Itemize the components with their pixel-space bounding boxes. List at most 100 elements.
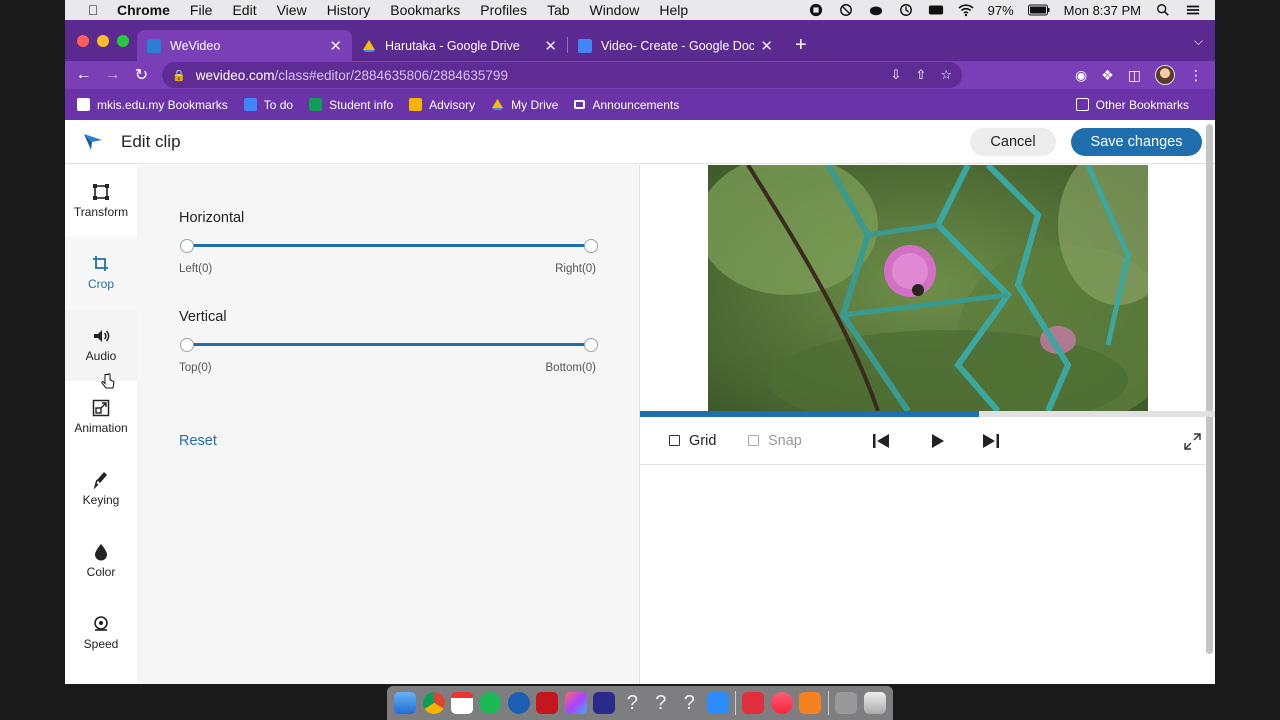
grid-checkbox[interactable] <box>669 435 680 446</box>
tab-google-drive[interactable]: Harutaka - Google Drive ✕ <box>352 30 567 61</box>
vertical-top-handle[interactable] <box>180 338 194 352</box>
sidebar-item-keying[interactable]: Keying <box>65 453 137 525</box>
back-arrow-icon[interactable]: ← <box>69 66 98 84</box>
lock-icon[interactable]: 🔒 <box>172 69 186 82</box>
install-app-icon[interactable]: ⇩ <box>891 67 902 83</box>
maximize-window-button[interactable] <box>117 35 129 47</box>
sidebar-item-color[interactable]: Color <box>65 525 137 597</box>
bookmark-star-icon[interactable]: ☆ <box>940 67 952 83</box>
bookmark-item[interactable]: To do <box>243 98 293 112</box>
chrome-menu-icon[interactable]: ⋮ <box>1189 67 1203 84</box>
close-tab-icon[interactable]: ✕ <box>760 37 773 55</box>
control-center-icon[interactable] <box>1185 3 1201 17</box>
stop-record-icon[interactable] <box>808 3 824 17</box>
menu-profiles[interactable]: Profiles <box>470 0 537 20</box>
menu-file[interactable]: File <box>180 0 223 20</box>
unknown-app-icon[interactable]: ? <box>650 692 672 714</box>
sidebar-item-speed[interactable]: Speed <box>65 597 137 669</box>
extensions-puzzle-icon[interactable]: ❖ <box>1101 67 1114 84</box>
chrome-icon[interactable] <box>422 692 445 714</box>
edge-icon[interactable] <box>507 692 530 714</box>
tab-search-chevron-icon[interactable]: ⌵ <box>1194 34 1203 49</box>
time-machine-icon[interactable] <box>898 3 914 17</box>
video-frame[interactable] <box>708 165 1148 411</box>
close-window-button[interactable] <box>77 35 89 47</box>
play-icon[interactable] <box>929 433 945 449</box>
bookmark-item[interactable]: mkis.edu.my Bookmarks <box>77 98 228 112</box>
vertical-crop-slider[interactable] <box>186 343 591 346</box>
share-icon[interactable]: ⇧ <box>915 67 926 83</box>
reset-link[interactable]: Reset <box>179 433 217 449</box>
fullscreen-icon[interactable] <box>1184 433 1201 450</box>
menu-help[interactable]: Help <box>649 0 698 20</box>
sidebar-item-animation[interactable]: Animation <box>65 381 137 453</box>
spotlight-search-icon[interactable] <box>1155 3 1171 17</box>
unknown-app-icon[interactable]: ? <box>621 692 643 714</box>
save-changes-button[interactable]: Save changes <box>1071 128 1202 156</box>
bookmark-item[interactable]: Student info <box>309 98 393 112</box>
dnd-icon[interactable] <box>838 3 854 17</box>
menu-edit[interactable]: Edit <box>222 0 266 20</box>
sidebar-item-crop[interactable]: Crop <box>65 237 137 309</box>
page-scrollbar[interactable] <box>1206 124 1213 654</box>
animation-icon <box>92 399 110 417</box>
profile-avatar[interactable] <box>1155 65 1175 85</box>
creative-cloud-icon[interactable] <box>868 3 884 17</box>
skip-forward-icon[interactable] <box>982 433 1000 449</box>
spotify-icon[interactable] <box>479 692 502 714</box>
unknown-app-icon[interactable]: ? <box>678 692 700 714</box>
page-title: Edit clip <box>121 131 181 151</box>
horizontal-left-handle[interactable] <box>180 239 194 253</box>
vertical-label: Vertical <box>179 309 227 325</box>
creative-cloud-icon[interactable] <box>564 692 587 714</box>
vertical-bottom-handle[interactable] <box>584 338 598 352</box>
music-icon[interactable] <box>770 692 793 714</box>
acrobat-icon[interactable] <box>536 692 559 714</box>
reload-icon[interactable]: ↻ <box>127 65 156 85</box>
skip-back-icon[interactable] <box>872 433 890 449</box>
menu-view[interactable]: View <box>267 0 317 20</box>
horizontal-crop-slider[interactable] <box>186 244 591 247</box>
calendar-icon[interactable] <box>451 692 474 714</box>
bookmark-item[interactable]: Advisory <box>409 98 475 112</box>
side-panel-icon[interactable]: ◫ <box>1128 67 1141 84</box>
speed-icon <box>94 616 108 631</box>
close-tab-icon[interactable]: ✕ <box>544 37 557 55</box>
other-bookmarks[interactable]: Other Bookmarks <box>1075 98 1199 112</box>
tab-google-docs[interactable]: Video- Create - Google Docs ✕ <box>568 30 783 61</box>
snap-checkbox[interactable] <box>748 435 759 446</box>
screencast-extension-icon[interactable]: ◉ <box>1075 67 1087 84</box>
zoom-icon[interactable] <box>706 692 729 714</box>
imovie-icon[interactable] <box>593 692 616 714</box>
trash-icon[interactable] <box>863 692 886 714</box>
wifi-icon[interactable] <box>958 3 974 17</box>
menu-tab[interactable]: Tab <box>537 0 580 20</box>
app-icon[interactable] <box>742 692 765 714</box>
keyboard-icon[interactable] <box>928 3 944 17</box>
finder-icon[interactable] <box>394 692 417 714</box>
cancel-button[interactable]: Cancel <box>970 128 1056 156</box>
bookmark-item[interactable]: Announcements <box>574 98 679 112</box>
vlc-icon[interactable] <box>799 692 822 714</box>
apple-icon[interactable]:  <box>79 2 107 18</box>
menu-window[interactable]: Window <box>580 0 650 20</box>
address-bar[interactable]: 🔒 wevideo.com/class#editor/2884635806/28… <box>162 62 962 88</box>
tab-wevideo[interactable]: WeVideo ✕ <box>137 30 352 61</box>
minimize-window-button[interactable] <box>97 35 109 47</box>
google-docs-favicon-icon <box>578 38 592 53</box>
menu-bookmarks[interactable]: Bookmarks <box>380 0 470 20</box>
forward-arrow-icon[interactable]: → <box>98 66 127 84</box>
sidebar-item-transform[interactable]: Transform <box>65 165 137 237</box>
menu-app-name[interactable]: Chrome <box>107 0 180 20</box>
horizontal-right-handle[interactable] <box>584 239 598 253</box>
horizontal-right-value: Right(0) <box>555 263 596 275</box>
new-tab-icon[interactable]: + <box>783 34 819 61</box>
close-tab-icon[interactable]: ✕ <box>329 37 342 55</box>
downloads-stack-icon[interactable] <box>835 692 858 714</box>
menu-history[interactable]: History <box>317 0 381 20</box>
bookmark-item[interactable]: My Drive <box>491 98 558 112</box>
sidebar-item-audio[interactable]: Audio <box>65 309 137 381</box>
sidebar-item-label: Audio <box>85 349 117 363</box>
menubar-clock[interactable]: Mon 8:37 PM <box>1064 3 1141 18</box>
battery-icon[interactable] <box>1027 3 1050 17</box>
